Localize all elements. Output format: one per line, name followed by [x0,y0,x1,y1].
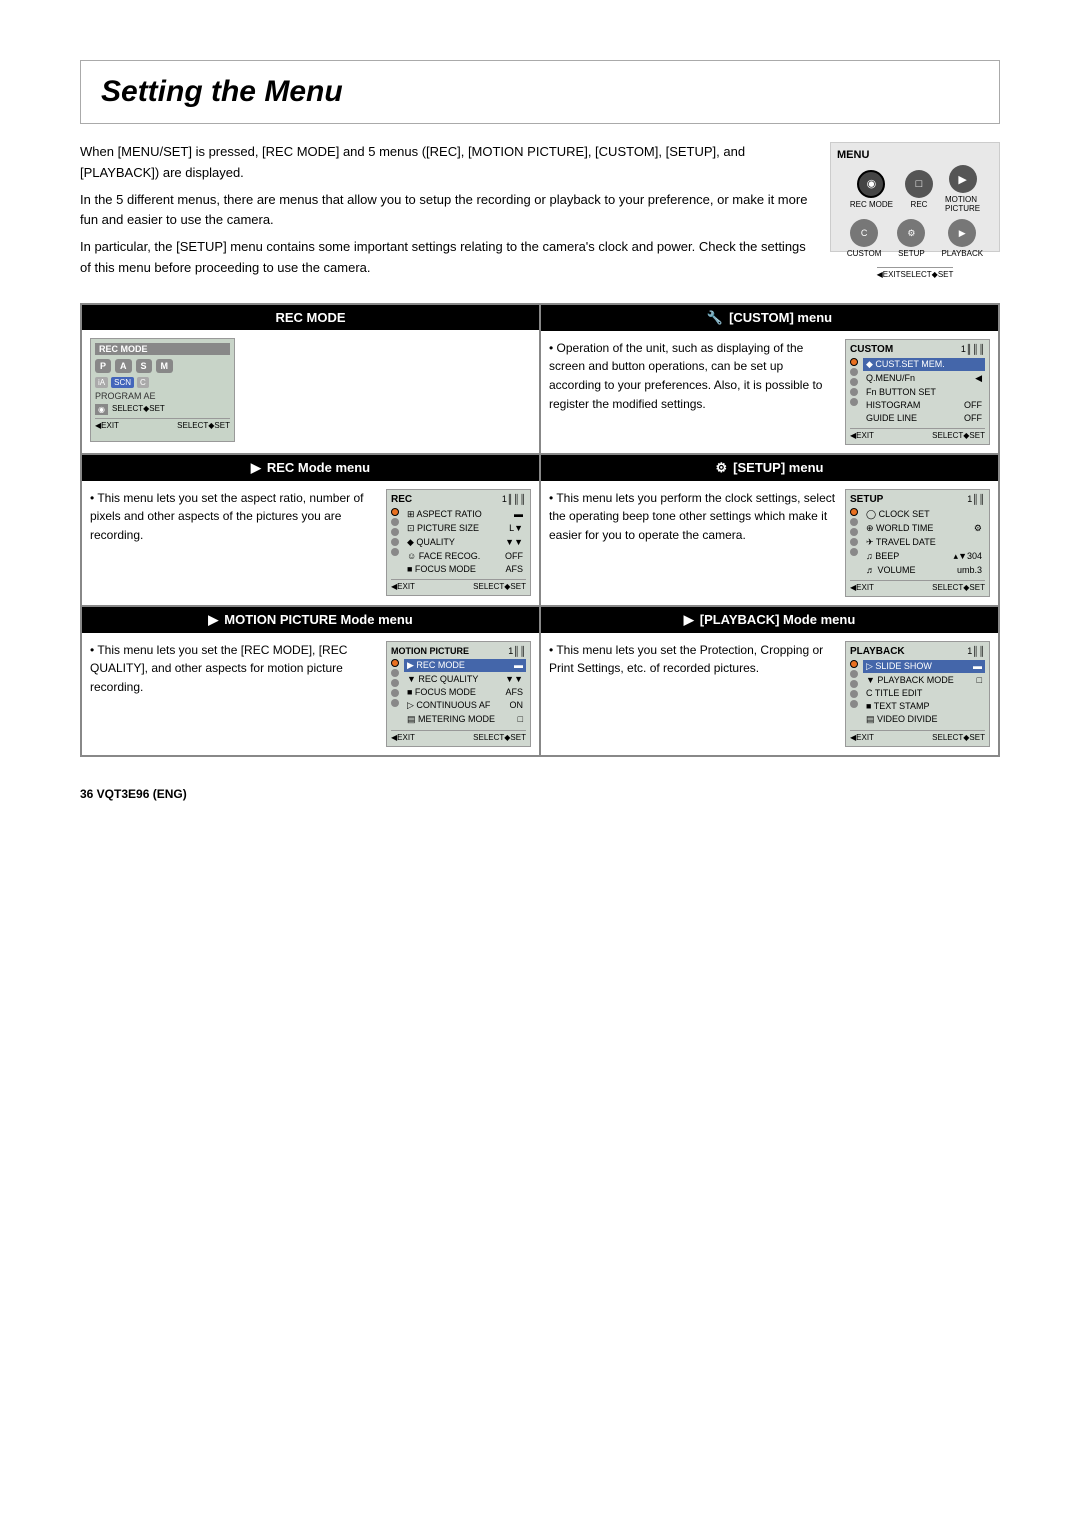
rec-menu-header: ▶ REC Mode menu [82,455,539,481]
custom-cam-ui: CUSTOM 1║║║ ◆ CUST.SET MEM. [845,339,990,445]
playback-content: • This menu lets you set the Protection,… [541,633,998,755]
rec-mode-content: REC MODE P A S M iA SCN C PROGRAM AE ◉ [82,330,539,450]
motion-text: • This menu lets you set the [REC MODE],… [90,641,378,747]
page-title: Setting the Menu [101,75,979,109]
intro-para2: In the 5 different menus, there are menu… [80,190,810,232]
rec-menu-cell: ▶ REC Mode menu • This menu lets you set… [81,454,540,606]
custom-header: 🔧 [CUSTOM] menu [541,305,998,331]
custom-icon: 🔧 [707,310,723,326]
rec-mode-image: REC MODE P A S M iA SCN C PROGRAM AE ◉ [90,338,235,442]
rec-menu-cam-ui: REC 1║║║ ⊞ ASPECT RATIO▬ [386,489,531,596]
setup-icon: ⚙ [716,460,728,476]
rec-mode-header: REC MODE [82,305,539,330]
menu-icon-setup: ⚙ SETUP [897,219,925,258]
menu-screenshot: MENU ◉ REC MODE □ REC ▶ MOTIONPICTURE C [830,142,1000,252]
motion-cam-ui: MOTION PICTURE 1║║ ▶ REC MODE▬ [386,641,531,747]
menu-icon-rec: □ REC [905,170,933,209]
setup-header-text: [SETUP] menu [733,460,823,475]
playback-text: • This menu lets you set the Protection,… [549,641,837,747]
motion-icon: ▶ [208,612,218,628]
intro-para1: When [MENU/SET] is pressed, [REC MODE] a… [80,142,810,184]
rec-menu-header-text: REC Mode menu [267,460,370,475]
menu-icon-playback: ▶ PLAYBACK [941,219,983,258]
menu-icon-motion: ▶ MOTIONPICTURE [945,165,980,213]
motion-header-text: MOTION PICTURE Mode menu [224,612,413,627]
page-container: Setting the Menu When [MENU/SET] is pres… [0,0,1080,881]
setup-cell: ⚙ [SETUP] menu • This menu lets you perf… [540,454,999,606]
custom-content: • Operation of the unit, such as display… [541,331,998,453]
rec-menu-text: • This menu lets you set the aspect rati… [90,489,378,596]
custom-text: • Operation of the unit, such as display… [549,339,837,445]
rec-mode-cell: REC MODE REC MODE P A S M iA SCN C [81,304,540,454]
footer-text: 36 VQT3E96 (ENG) [80,787,187,801]
playback-cam-ui: PLAYBACK 1║║ ▷ SLIDE SHOW▬ [845,641,990,747]
setup-content: • This menu lets you perform the clock s… [541,481,998,605]
playback-icon: ▶ [684,612,694,628]
rec-menu-content: • This menu lets you set the aspect rati… [82,481,539,604]
rec-menu-icon: ▶ [251,460,261,476]
playback-header-text: [PLAYBACK] Mode menu [700,612,856,627]
custom-header-text: [CUSTOM] menu [729,310,832,325]
title-box: Setting the Menu [80,60,1000,124]
intro-para3: In particular, the [SETUP] menu contains… [80,237,810,279]
playback-cell: ▶ [PLAYBACK] Mode menu • This menu lets … [540,606,999,756]
menu-icon-rec-mode: ◉ REC MODE [850,170,893,209]
menu-bottom-bar: ◀EXIT SELECT◆SET [877,267,954,279]
rec-mode-header-text: REC MODE [275,310,345,325]
setup-header: ⚙ [SETUP] menu [541,455,998,481]
menu-icons-top: ◉ REC MODE □ REC ▶ MOTIONPICTURE [850,165,980,213]
motion-cell: ▶ MOTION PICTURE Mode menu • This menu l… [81,606,540,756]
menu-icon-custom: C CUSTOM [847,219,882,258]
motion-header: ▶ MOTION PICTURE Mode menu [82,607,539,633]
intro-text: When [MENU/SET] is pressed, [REC MODE] a… [80,142,810,285]
motion-content: • This menu lets you set the [REC MODE],… [82,633,539,755]
footer: 36 VQT3E96 (ENG) [80,787,1000,801]
main-grid: REC MODE REC MODE P A S M iA SCN C [80,303,1000,757]
custom-cell: 🔧 [CUSTOM] menu • Operation of the unit,… [540,304,999,454]
playback-header: ▶ [PLAYBACK] Mode menu [541,607,998,633]
menu-icons-bottom: C CUSTOM ⚙ SETUP ▶ PLAYBACK [847,219,983,258]
intro-section: When [MENU/SET] is pressed, [REC MODE] a… [80,142,1000,285]
menu-label: MENU [837,149,869,161]
setup-cam-ui: SETUP 1║║ ◯ CLOCK SET ⊕ [845,489,990,597]
setup-text: • This menu lets you perform the clock s… [549,489,837,597]
